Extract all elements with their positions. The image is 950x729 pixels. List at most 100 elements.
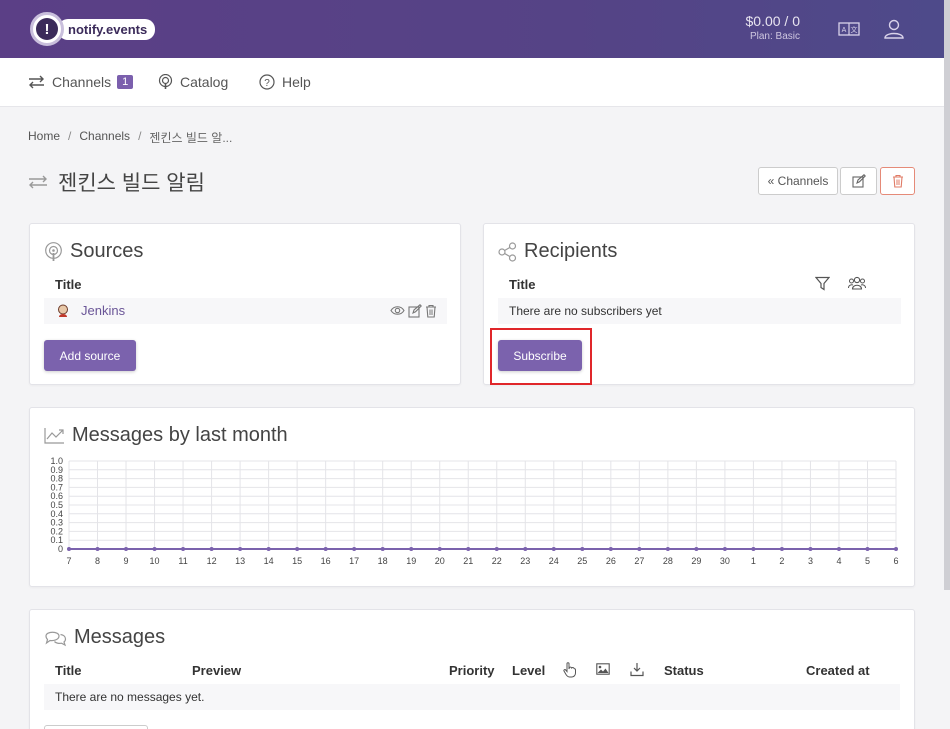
plan-label: Plan: Basic bbox=[749, 31, 800, 42]
x-tick-label: 6 bbox=[893, 556, 898, 566]
add-source-button[interactable]: Add source bbox=[44, 340, 136, 371]
svg-text:A: A bbox=[842, 27, 847, 34]
x-tick-label: 22 bbox=[492, 556, 502, 566]
source-jenkins-link[interactable]: Jenkins bbox=[81, 303, 125, 318]
breadcrumb-channels[interactable]: Channels bbox=[79, 129, 130, 146]
data-point bbox=[580, 547, 585, 551]
x-tick-label: 8 bbox=[95, 556, 100, 566]
x-tick-label: 11 bbox=[178, 556, 187, 566]
y-tick-label: 0.7 bbox=[50, 482, 63, 492]
data-point bbox=[152, 547, 157, 551]
data-point bbox=[637, 547, 642, 551]
language-icon[interactable]: A 文 bbox=[838, 18, 860, 40]
logo[interactable]: ! notify.events bbox=[30, 12, 156, 46]
messages-card: Messages Title Preview Priority Level St… bbox=[29, 609, 915, 729]
x-tick-label: 10 bbox=[150, 556, 160, 566]
nav-channels-label: Channels bbox=[52, 74, 112, 90]
data-point bbox=[466, 547, 471, 551]
highlight-box bbox=[490, 328, 592, 385]
edit-channel-button[interactable] bbox=[840, 167, 877, 195]
x-tick-label: 28 bbox=[663, 556, 673, 566]
data-point bbox=[266, 547, 271, 551]
data-point bbox=[124, 547, 129, 551]
data-point bbox=[808, 547, 813, 551]
data-point bbox=[779, 547, 784, 551]
recipients-col-title: Title bbox=[509, 277, 536, 292]
edit-icon[interactable] bbox=[408, 304, 422, 318]
y-tick-label: 0.1 bbox=[50, 535, 63, 545]
x-tick-label: 26 bbox=[606, 556, 616, 566]
data-point bbox=[67, 547, 71, 551]
logo-bubble-icon: ! bbox=[30, 12, 64, 46]
data-point bbox=[437, 547, 442, 551]
nav-channels[interactable]: Channels 1 bbox=[28, 74, 134, 90]
eye-icon[interactable] bbox=[390, 304, 405, 317]
x-tick-label: 24 bbox=[549, 556, 559, 566]
x-tick-label: 4 bbox=[836, 556, 841, 566]
user-icon[interactable] bbox=[883, 18, 905, 40]
x-tick-label: 13 bbox=[235, 556, 245, 566]
sources-card: Sources Title Jenkins Add source bbox=[29, 223, 461, 385]
no-subscribers-text: There are no subscribers yet bbox=[509, 304, 662, 318]
logo-glyph: ! bbox=[36, 18, 58, 40]
no-messages-text: There are no messages yet. bbox=[55, 690, 205, 704]
filter-icon[interactable] bbox=[815, 276, 830, 291]
y-tick-label: 0.5 bbox=[50, 500, 63, 510]
delete-channel-button[interactable] bbox=[880, 167, 915, 195]
scrollbar[interactable] bbox=[944, 0, 950, 590]
x-tick-label: 30 bbox=[720, 556, 730, 566]
podcast-icon bbox=[45, 241, 62, 261]
recipients-title-text: Recipients bbox=[524, 240, 618, 262]
x-tick-label: 1 bbox=[751, 556, 756, 566]
breadcrumb-separator: / bbox=[68, 129, 72, 143]
x-tick-label: 3 bbox=[808, 556, 813, 566]
recipients-title: Recipients bbox=[498, 240, 617, 263]
breadcrumb-current: 젠킨스 빌드 알... bbox=[149, 131, 233, 145]
comments-icon bbox=[45, 631, 67, 647]
exchange-icon bbox=[29, 175, 47, 189]
data-point bbox=[665, 547, 670, 551]
logo-text: notify.events bbox=[58, 18, 156, 40]
messages-title: Messages bbox=[44, 626, 165, 649]
data-point bbox=[494, 547, 499, 551]
nav-help[interactable]: ? Help bbox=[259, 74, 311, 90]
data-point bbox=[722, 547, 727, 551]
balance-amount: $0.00 / 0 bbox=[745, 13, 801, 29]
x-tick-label: 12 bbox=[207, 556, 217, 566]
svg-text:文: 文 bbox=[851, 25, 858, 34]
nav-catalog-label: Catalog bbox=[180, 74, 229, 90]
hand-pointer-icon bbox=[563, 662, 576, 678]
trash-icon[interactable] bbox=[425, 304, 437, 318]
users-icon[interactable] bbox=[848, 276, 866, 290]
nav-help-label: Help bbox=[282, 74, 311, 90]
download-icon bbox=[630, 663, 644, 677]
breadcrumb-home[interactable]: Home bbox=[28, 129, 60, 146]
nav-catalog[interactable]: Catalog bbox=[158, 74, 228, 90]
messages-col-level: Level bbox=[512, 663, 546, 678]
nav-bar: Channels 1 Catalog ? Help bbox=[0, 58, 944, 107]
edit-icon bbox=[851, 174, 866, 188]
sources-title: Sources bbox=[44, 240, 143, 263]
page-title-text: 젠킨스 빌드 알림 bbox=[58, 172, 205, 195]
data-point bbox=[352, 547, 357, 551]
messages-action-button[interactable] bbox=[44, 725, 148, 729]
y-tick-label: 1.0 bbox=[50, 456, 63, 466]
y-tick-label: 0.8 bbox=[50, 474, 63, 484]
data-point bbox=[751, 547, 756, 551]
table-row: Jenkins bbox=[44, 298, 447, 324]
data-point bbox=[209, 547, 214, 551]
data-point bbox=[894, 547, 898, 551]
x-tick-label: 29 bbox=[691, 556, 701, 566]
messages-col-created-at: Created at bbox=[806, 663, 870, 678]
y-tick-label: 0 bbox=[58, 544, 63, 554]
balance[interactable]: $0.00 / 0 Plan: Basic bbox=[746, 13, 801, 42]
back-to-channels-button[interactable]: « Channels bbox=[758, 167, 838, 195]
page-title: 젠킨스 빌드 알림 bbox=[28, 167, 205, 197]
data-point bbox=[323, 547, 328, 551]
breadcrumb: Home / Channels / 젠킨스 빌드 알... bbox=[28, 129, 232, 146]
data-point bbox=[295, 547, 300, 551]
breadcrumb-separator: / bbox=[138, 129, 142, 143]
x-tick-label: 9 bbox=[124, 556, 129, 566]
svg-text:?: ? bbox=[264, 78, 270, 89]
data-point bbox=[608, 547, 613, 551]
